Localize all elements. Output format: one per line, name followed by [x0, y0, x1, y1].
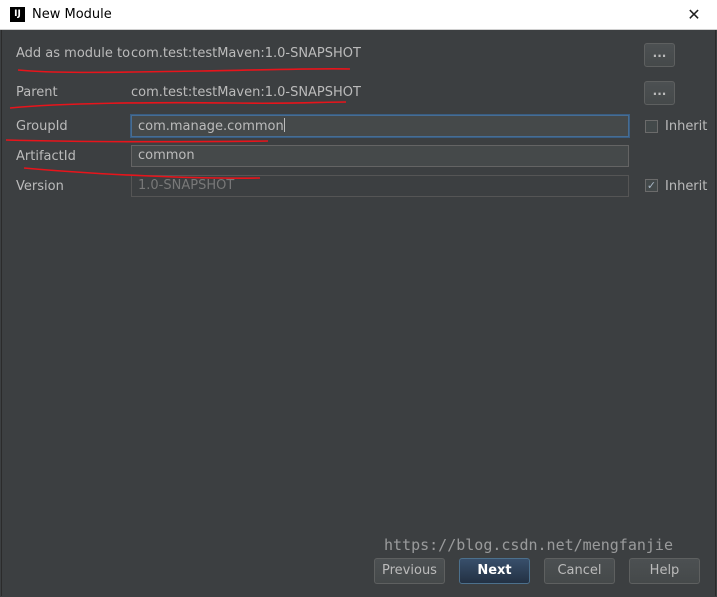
cancel-button[interactable]: Cancel [544, 558, 615, 584]
window-titlebar: IJ New Module ✕ [0, 0, 717, 30]
red-underline-artifact-id [23, 167, 261, 179]
red-annotation-underlines [5, 67, 351, 179]
next-button[interactable]: Next [459, 558, 530, 584]
help-button[interactable]: Help [629, 558, 700, 584]
intellij-app-icon: IJ [10, 7, 25, 22]
previous-button[interactable]: Previous [374, 558, 445, 584]
window-title: New Module [32, 7, 112, 22]
dialog-content: Add as module to com.test:testMaven:1.0-… [1, 30, 716, 596]
csdn-watermark: https://blog.csdn.net/mengfanjie [384, 536, 673, 554]
red-underline-add-as-module [17, 67, 351, 74]
close-icon[interactable]: ✕ [671, 0, 717, 29]
red-underline-group-id [5, 139, 269, 143]
red-underline-parent [9, 101, 347, 109]
